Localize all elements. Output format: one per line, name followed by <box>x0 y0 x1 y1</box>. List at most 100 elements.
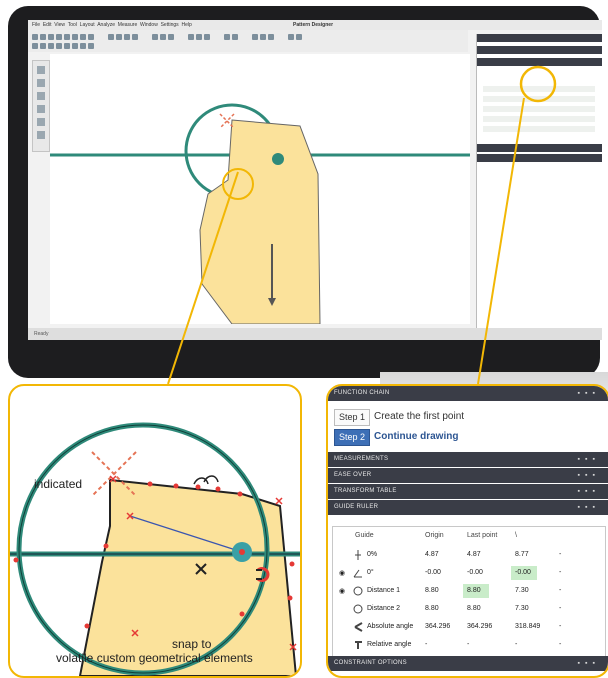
dart-icon[interactable] <box>224 34 230 40</box>
row-delta[interactable]: -0.00 <box>515 569 531 576</box>
step-2-text: Continue drawing <box>374 431 459 442</box>
panel-controls-icon[interactable]: ▪▪▪ <box>572 386 600 401</box>
toolbar <box>28 30 468 52</box>
fit-view-icon[interactable] <box>252 34 258 40</box>
step-2-button[interactable]: Step 2 <box>334 429 370 446</box>
transform-table-header[interactable]: TRANSFORM TABLE ▪▪▪ <box>328 484 608 499</box>
row-delta[interactable]: 8.77 <box>515 551 529 558</box>
print-icon[interactable] <box>56 34 62 40</box>
panel-controls-icon[interactable]: ▪▪▪ <box>572 656 600 671</box>
settings-icon[interactable] <box>288 34 294 40</box>
help-icon[interactable] <box>296 34 302 40</box>
layer-icon[interactable] <box>152 34 158 40</box>
point-tool-icon[interactable] <box>64 43 70 49</box>
delete-icon[interactable] <box>132 34 138 40</box>
zoomed-drawing[interactable] <box>10 386 300 676</box>
constraint-options-header[interactable]: CONSTRAINT OPTIONS ▪▪▪ <box>328 656 608 671</box>
row-last[interactable]: -0.00 <box>467 569 483 576</box>
line-tool-icon[interactable] <box>40 43 46 49</box>
seam-icon[interactable] <box>232 34 238 40</box>
notch-icon[interactable] <box>204 34 210 40</box>
row-delta[interactable]: 318.849 <box>515 623 540 630</box>
menu-window[interactable]: Window <box>140 22 158 28</box>
row-last[interactable]: 8.80 <box>467 587 481 594</box>
menu-layout[interactable]: Layout <box>80 22 95 28</box>
menu-analyze[interactable]: Analyze <box>97 22 115 28</box>
function-chain-header[interactable]: FUNCTION CHAIN ▪▪▪ <box>328 386 608 401</box>
measure-tool-icon[interactable] <box>72 43 78 49</box>
eye-icon[interactable]: ◉ <box>339 587 345 595</box>
ease-over-header[interactable]: EASE OVER ▪▪▪ <box>328 468 608 483</box>
row-origin[interactable]: - <box>425 641 427 648</box>
menu-view[interactable]: View <box>54 22 65 28</box>
save-icon[interactable] <box>48 34 54 40</box>
align-icon[interactable] <box>168 34 174 40</box>
piece-icon[interactable] <box>188 34 194 40</box>
new-file-icon[interactable] <box>32 34 38 40</box>
table-row[interactable]: 0% 4.87 4.87 8.77 - <box>333 547 605 563</box>
pointer-icon[interactable] <box>32 43 38 49</box>
redo-icon[interactable] <box>72 34 78 40</box>
grade-icon[interactable] <box>196 34 202 40</box>
step-1-button[interactable]: Step 1 <box>334 409 370 426</box>
menu-help[interactable]: Help <box>181 22 191 28</box>
zoom-in-icon[interactable] <box>260 34 266 40</box>
row-origin[interactable]: -0.00 <box>425 569 441 576</box>
copy-icon[interactable] <box>116 34 122 40</box>
menu-settings[interactable]: Settings <box>161 22 179 28</box>
row-origin[interactable]: 4.87 <box>425 551 439 558</box>
paste-icon[interactable] <box>124 34 130 40</box>
panel-controls-icon[interactable]: ▪▪▪ <box>572 484 600 499</box>
row-origin[interactable]: 364.296 <box>425 623 450 630</box>
row-delta[interactable]: 7.30 <box>515 587 529 594</box>
menu-tool[interactable]: Tool <box>68 22 77 28</box>
select-tool-icon[interactable] <box>37 66 45 74</box>
mirror-tool-icon[interactable] <box>80 43 86 49</box>
drawing-canvas[interactable] <box>50 54 470 324</box>
step-row-1[interactable]: Step 1 Create the first point <box>328 408 608 426</box>
guide-ruler-header[interactable]: GUIDE RULER ▪▪▪ <box>328 500 608 515</box>
table-row[interactable]: Absolute angle 364.296 364.296 318.849 - <box>333 619 605 635</box>
text-tool-icon[interactable] <box>37 79 45 87</box>
menu-edit[interactable]: Edit <box>43 22 52 28</box>
row-origin[interactable]: 8.80 <box>425 587 439 594</box>
distance-icon <box>353 586 363 596</box>
menu-file[interactable]: File <box>32 22 40 28</box>
row-last[interactable]: - <box>467 641 469 648</box>
curve-tool-icon[interactable] <box>48 43 54 49</box>
ruler-tool-icon[interactable] <box>37 118 45 126</box>
zoom-out-icon[interactable] <box>268 34 274 40</box>
cut-icon[interactable] <box>108 34 114 40</box>
rotate-tool-icon[interactable] <box>88 43 94 49</box>
panel-controls-icon[interactable]: ▪▪▪ <box>572 500 600 515</box>
pen-tool-icon[interactable] <box>37 105 45 113</box>
label-indicated: indicated <box>34 477 83 491</box>
row-name: 0° <box>367 569 374 576</box>
step-row-2[interactable]: Step 2 Continue drawing <box>328 428 608 446</box>
row-delta[interactable]: 7.30 <box>515 605 529 612</box>
table-row[interactable]: Relative angle - - - - <box>333 637 605 653</box>
panel-controls-icon[interactable]: ▪▪▪ <box>572 452 600 467</box>
row-last[interactable]: 364.296 <box>467 623 492 630</box>
snap-icon[interactable] <box>160 34 166 40</box>
circle-tool-icon[interactable] <box>56 43 62 49</box>
table-row[interactable]: ◉ Distance 1 8.80 8.80 7.30 - <box>333 583 605 599</box>
grid-icon[interactable] <box>88 34 94 40</box>
row-delta[interactable]: - <box>515 641 517 648</box>
guide-ruler-title: GUIDE RULER <box>334 504 379 510</box>
row-origin[interactable]: 8.80 <box>425 605 439 612</box>
eye-icon[interactable]: ◉ <box>339 569 345 577</box>
panel-controls-icon[interactable]: ▪▪▪ <box>572 468 600 483</box>
table-row[interactable]: Distance 2 8.80 8.80 7.30 - <box>333 601 605 617</box>
menu-measure[interactable]: Measure <box>118 22 137 28</box>
row-last[interactable]: 8.80 <box>467 605 481 612</box>
rectangle-tool-icon[interactable] <box>37 92 45 100</box>
eraser-tool-icon[interactable] <box>37 131 45 139</box>
zoom-icon[interactable] <box>80 34 86 40</box>
undo-icon[interactable] <box>64 34 70 40</box>
open-file-icon[interactable] <box>40 34 46 40</box>
row-last[interactable]: 4.87 <box>467 551 481 558</box>
measurements-header[interactable]: MEASUREMENTS ▪▪▪ <box>328 452 608 467</box>
table-row[interactable]: ◉ 0° -0.00 -0.00 -0.00 - <box>333 565 605 581</box>
menu-bar[interactable]: File Edit View Tool Layout Analyze Measu… <box>32 22 192 28</box>
